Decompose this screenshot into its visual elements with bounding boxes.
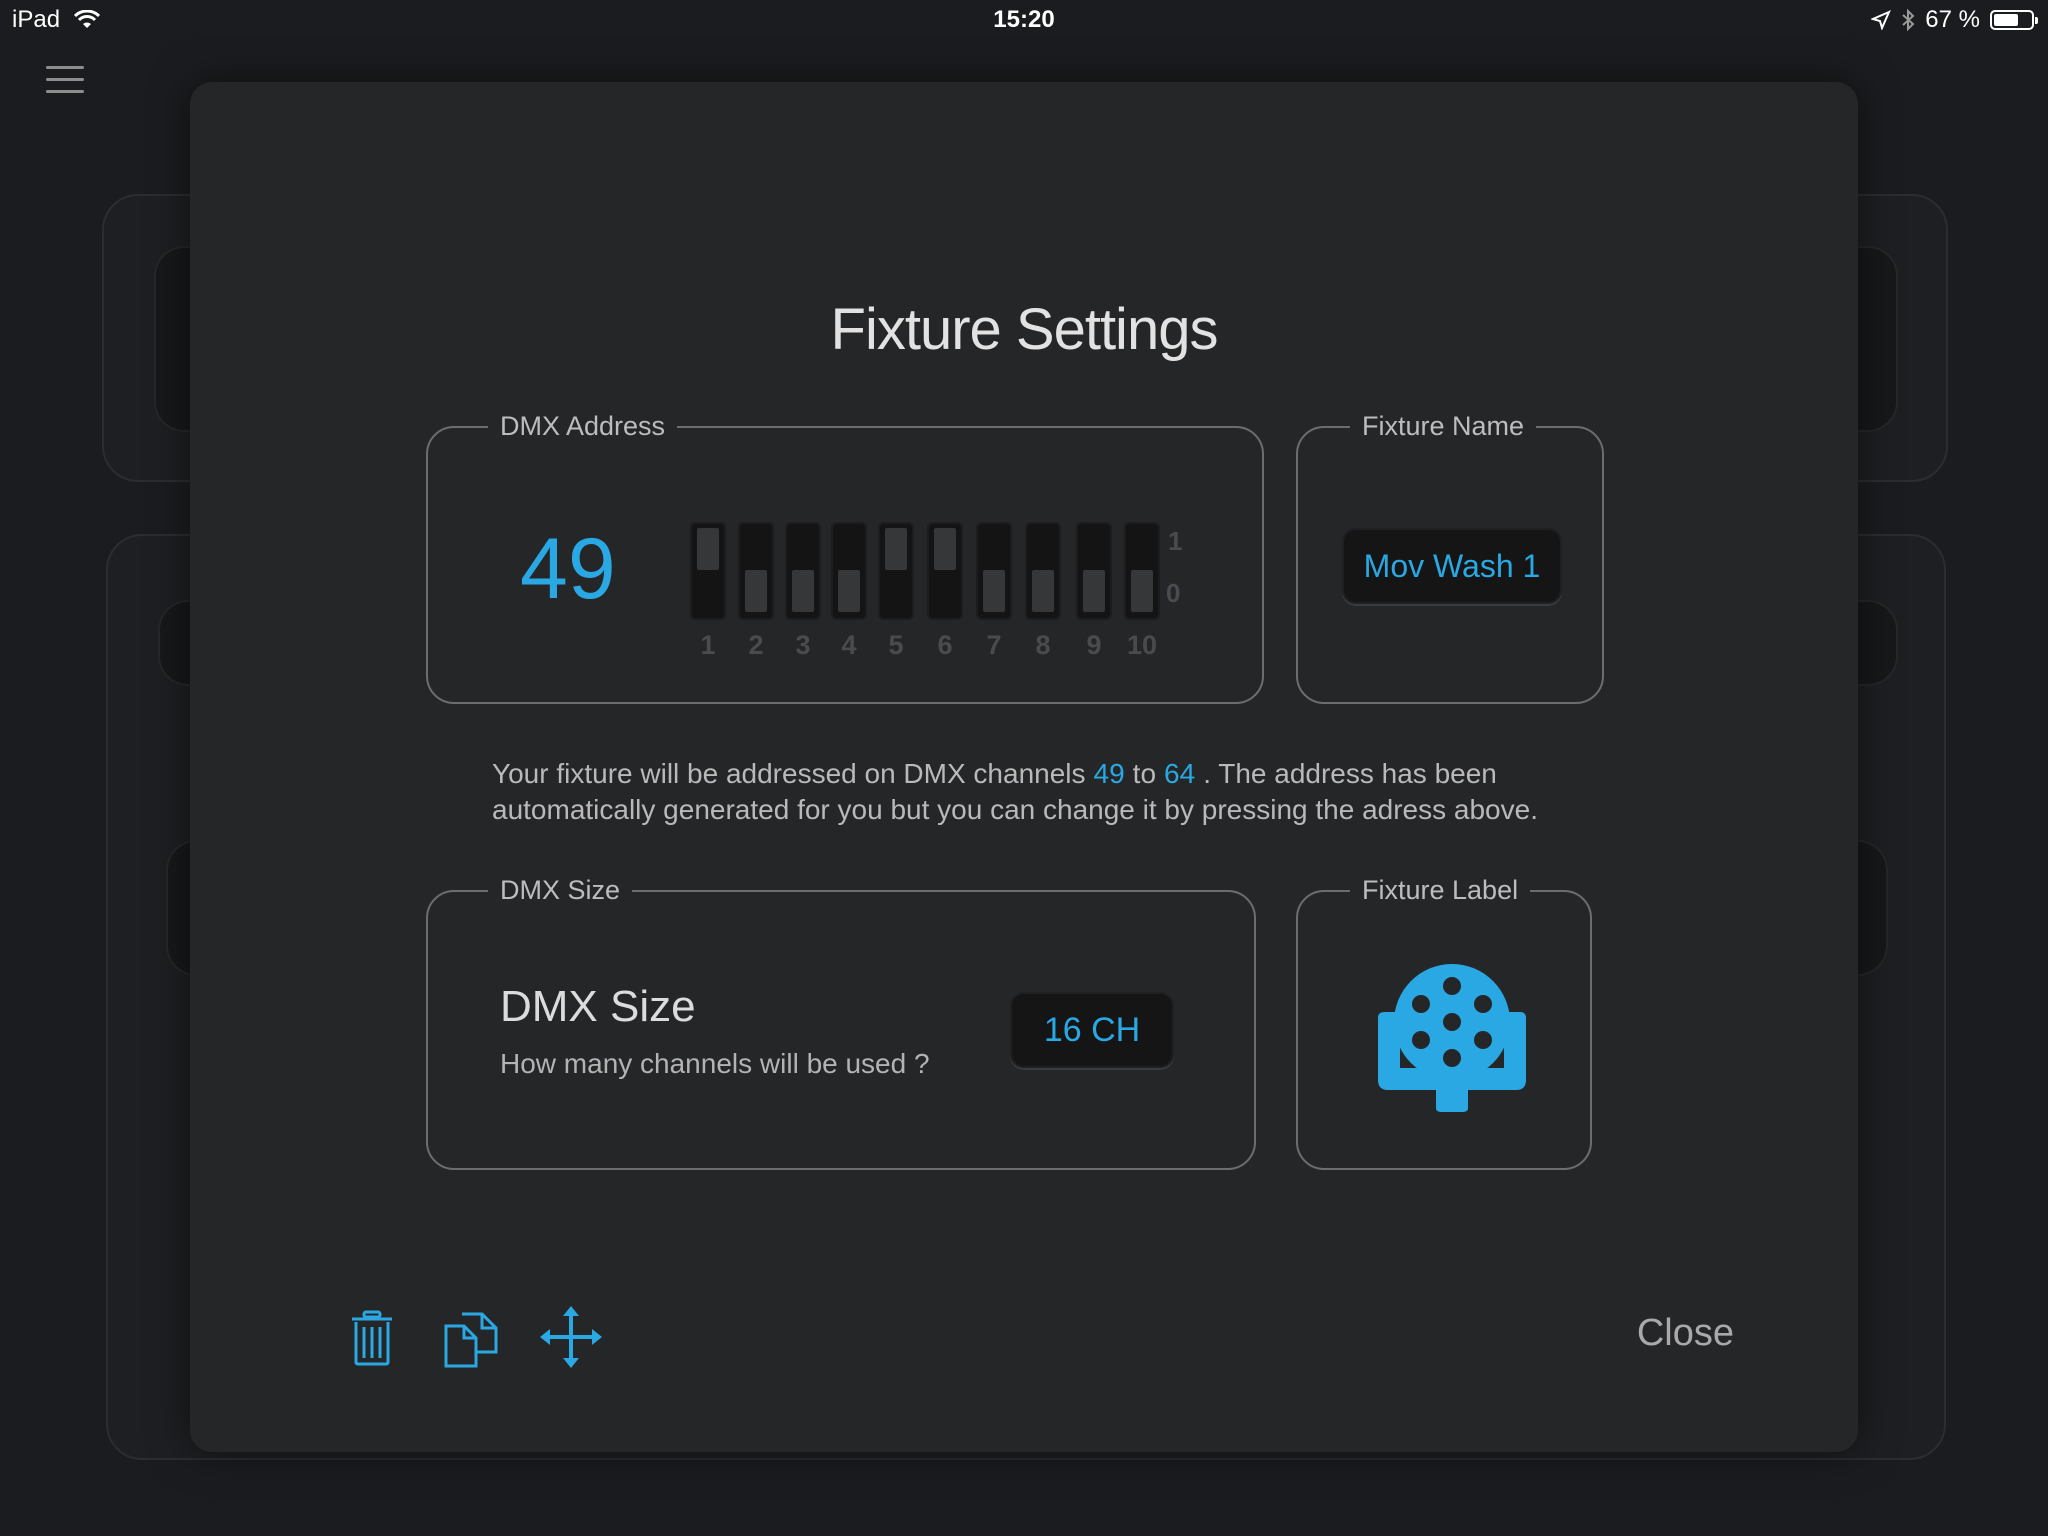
- dip-switch-number: 2: [748, 630, 764, 660]
- dip-scale-off: 0: [1166, 578, 1181, 608]
- trash-icon[interactable]: [350, 1310, 394, 1366]
- info-from-channel: 49: [1093, 758, 1125, 789]
- dip-switch-2[interactable]: [738, 522, 774, 620]
- dip-switch-knob: [697, 528, 719, 570]
- dmx-address-legend: DMX Address: [488, 411, 678, 442]
- dip-switch-10[interactable]: [1124, 522, 1160, 620]
- dip-switch-knob: [983, 570, 1005, 612]
- status-time: 15:20: [993, 6, 1055, 33]
- dip-switch-number: 7: [986, 630, 1002, 660]
- dip-switch-9[interactable]: [1076, 522, 1112, 620]
- menu-icon[interactable]: [46, 66, 84, 96]
- dip-switch-6[interactable]: [927, 522, 963, 620]
- info-part1: Your fixture will be addressed on DMX ch…: [492, 758, 1086, 789]
- dip-switch-number: 1: [700, 630, 716, 660]
- dip-switch-knob: [1083, 570, 1105, 612]
- fixture-name-legend: Fixture Name: [1350, 411, 1537, 442]
- dip-scale-on: 1: [1168, 526, 1183, 556]
- dip-switch-knob: [745, 570, 767, 612]
- dip-switch-8[interactable]: [1025, 522, 1061, 620]
- dip-switch-3[interactable]: [785, 522, 821, 620]
- dip-switch-number: 5: [888, 630, 904, 660]
- battery-fill: [1994, 14, 2018, 26]
- fixture-label-group[interactable]: Fixture Label: [1296, 875, 1592, 1170]
- dmx-size-group: DMX Size DMX Size How many channels will…: [426, 875, 1256, 1170]
- info-to-channel: 64: [1164, 758, 1196, 789]
- dip-switch-number: 9: [1086, 630, 1102, 660]
- fixture-name-group: Fixture Name Mov Wash 1: [1296, 411, 1604, 704]
- dip-switch-number: 6: [937, 630, 953, 660]
- location-icon: [1871, 10, 1892, 30]
- dmx-address-group[interactable]: DMX Address 49 1 2 3 4 5 6 7 8 9 10 1 0: [426, 411, 1264, 704]
- dmx-size-title: DMX Size: [500, 982, 696, 1031]
- dip-switch-number: 10: [1126, 630, 1158, 660]
- status-bar: iPad 15:20 67 %: [0, 0, 2048, 42]
- dip-switch-knob: [885, 528, 907, 570]
- dip-switch-5[interactable]: [878, 522, 914, 620]
- dmx-address-value[interactable]: 49: [520, 520, 616, 619]
- battery-percent: 67 %: [1925, 6, 1980, 33]
- address-info-text: Your fixture will be addressed on DMX ch…: [492, 756, 1592, 828]
- fixture-name-field[interactable]: Mov Wash 1: [1342, 528, 1562, 604]
- dip-switch-knob: [838, 570, 860, 612]
- moving-head-wash-icon[interactable]: [1370, 958, 1534, 1112]
- dip-switch-4[interactable]: [831, 522, 867, 620]
- dip-switch-number: 3: [795, 630, 811, 660]
- dip-switch-knob: [792, 570, 814, 612]
- dip-switch-1[interactable]: [690, 522, 726, 620]
- dmx-size-selector[interactable]: 16 CH: [1010, 992, 1174, 1068]
- fixture-label-legend: Fixture Label: [1350, 875, 1531, 906]
- dip-switch-knob: [934, 528, 956, 570]
- dip-switch-7[interactable]: [976, 522, 1012, 620]
- duplicate-icon[interactable]: [442, 1312, 502, 1368]
- dip-switch-knob: [1032, 570, 1054, 612]
- dip-switch-number: 4: [841, 630, 857, 660]
- close-button[interactable]: Close: [1637, 1312, 1734, 1355]
- modal-title: Fixture Settings: [830, 297, 1219, 362]
- dip-switch-number: 8: [1035, 630, 1051, 660]
- battery-icon: [1990, 10, 2038, 30]
- dip-switch-knob: [1131, 570, 1153, 612]
- move-icon[interactable]: [540, 1306, 602, 1368]
- fixture-settings-modal: Fixture Settings DMX Address 49 1 2 34 5 6 7 8…: [190, 82, 1858, 1452]
- bluetooth-icon: [1902, 9, 1915, 31]
- dmx-size-legend: DMX Size: [488, 875, 633, 906]
- dmx-size-subtitle: How many channels will be used ?: [500, 1048, 930, 1079]
- info-to-word: to: [1132, 758, 1157, 789]
- status-right: 67 %: [1871, 6, 2038, 34]
